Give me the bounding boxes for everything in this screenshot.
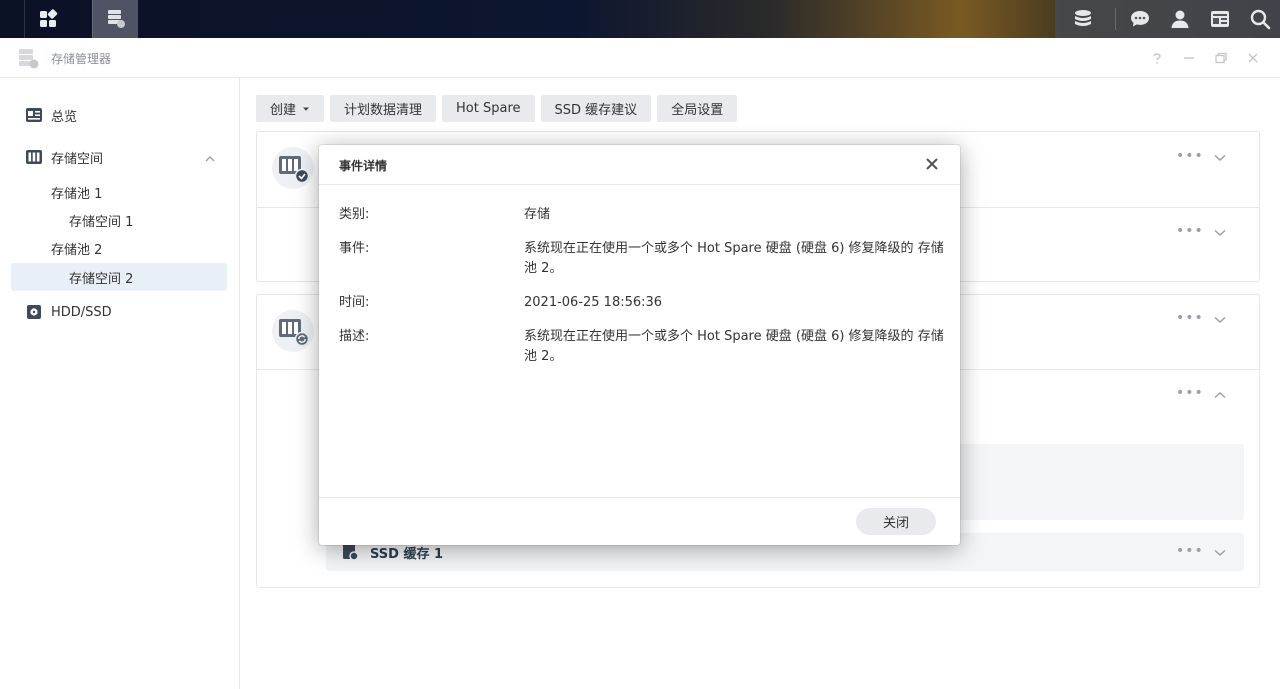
storage-manager-app-icon bbox=[107, 10, 125, 28]
sidebar-item-volume-2[interactable]: 存储空间 2 bbox=[11, 263, 227, 291]
pool-repairing-icon bbox=[272, 310, 314, 352]
detail-value: 系统现在正在使用一个或多个 Hot Spare 硬盘 (硬盘 6) 修复降级的 … bbox=[524, 241, 944, 276]
chevron-down-icon[interactable] bbox=[1214, 546, 1226, 561]
minimize-icon bbox=[1184, 57, 1194, 59]
overview-icon bbox=[24, 106, 44, 124]
detail-value: 2021-06-25 18:56:36 bbox=[524, 295, 663, 310]
more-options-icon[interactable]: ••• bbox=[1176, 223, 1204, 239]
more-options-icon[interactable]: ••• bbox=[1176, 385, 1204, 401]
user-icon bbox=[1171, 10, 1189, 28]
sidebar-item-label: 存储池 1 bbox=[51, 186, 103, 202]
window-header: 存储管理器 bbox=[0, 38, 1280, 78]
detail-row-category: 类别: 存储 bbox=[339, 205, 939, 229]
create-button[interactable]: 创建 bbox=[256, 95, 325, 122]
toolbar: 创建 计划数据清理 Hot Spare SSD 缓存建议 全局设置 bbox=[256, 95, 738, 122]
main-menu-icon bbox=[39, 9, 57, 27]
sidebar-item-label: HDD/SSD bbox=[51, 304, 112, 320]
storage-manager-icon bbox=[17, 48, 41, 74]
chevron-up-icon[interactable] bbox=[1214, 388, 1226, 403]
chat-icon bbox=[1131, 11, 1149, 27]
minimize-button[interactable] bbox=[1180, 48, 1198, 68]
window-title: 存储管理器 bbox=[51, 52, 112, 66]
storage-icon bbox=[24, 148, 44, 166]
pool-healthy-icon bbox=[272, 147, 314, 189]
sidebar-item-pool-2[interactable]: 存储池 2 bbox=[11, 234, 227, 262]
detail-row-description: 描述: 系统现在正在使用一个或多个 Hot Spare 硬盘 (硬盘 6) 修复… bbox=[339, 327, 944, 371]
ssd-cache-label: SSD 缓存 1 bbox=[370, 547, 444, 562]
hot-spare-button[interactable]: Hot Spare bbox=[442, 95, 535, 122]
create-label: 创建 bbox=[270, 103, 297, 118]
sidebar-item-label: 存储空间 2 bbox=[69, 271, 134, 287]
dialog-footer: 关闭 bbox=[319, 497, 960, 545]
detail-key: 描述: bbox=[339, 329, 370, 344]
event-details-dialog: 事件详情 类别: 存储 事件: 系统现在正在使用一个或多个 Hot Spare … bbox=[319, 145, 960, 545]
ssd-cache-advisor-button[interactable]: SSD 缓存建议 bbox=[540, 95, 652, 122]
chevron-up-icon[interactable] bbox=[205, 152, 215, 167]
sidebar-item-label: 存储空间 bbox=[51, 151, 104, 167]
search-icon bbox=[1250, 9, 1271, 30]
taskbar bbox=[0, 0, 1280, 38]
more-options-icon[interactable]: ••• bbox=[1176, 543, 1204, 559]
taskbar-divider bbox=[1115, 8, 1116, 30]
close-icon bbox=[926, 158, 938, 170]
storage-manager-taskbar-button[interactable] bbox=[92, 0, 138, 38]
chevron-down-icon[interactable] bbox=[1214, 313, 1226, 328]
restore-button[interactable] bbox=[1212, 48, 1230, 68]
sidebar-item-label: 存储空间 1 bbox=[69, 214, 134, 230]
sidebar-item-hdd-ssd[interactable]: HDD/SSD bbox=[11, 298, 227, 326]
dialog-close-button[interactable] bbox=[924, 156, 940, 172]
storage-widget-icon bbox=[1075, 10, 1091, 26]
detail-key: 类别: bbox=[339, 207, 370, 222]
search-button[interactable] bbox=[1240, 0, 1280, 38]
close-button[interactable]: 关闭 bbox=[856, 508, 936, 535]
more-options-icon[interactable]: ••• bbox=[1176, 310, 1204, 326]
sidebar-item-pool-1[interactable]: 存储池 1 bbox=[11, 178, 227, 206]
global-settings-button[interactable]: 全局设置 bbox=[657, 95, 738, 122]
detail-value: 存储 bbox=[524, 207, 551, 222]
scrub-schedule-button[interactable]: 计划数据清理 bbox=[330, 95, 437, 122]
sidebar-item-label: 存储池 2 bbox=[51, 242, 103, 258]
chevron-down-icon[interactable] bbox=[1214, 151, 1226, 166]
window-close-button[interactable] bbox=[1244, 48, 1262, 68]
detail-row-time: 时间: 2021-06-25 18:56:36 bbox=[339, 293, 939, 317]
storage-widget-button[interactable] bbox=[1055, 0, 1111, 38]
help-button[interactable] bbox=[1148, 48, 1166, 68]
chevron-down-icon[interactable] bbox=[1214, 226, 1226, 241]
caret-down-icon bbox=[303, 107, 310, 111]
more-options-icon[interactable]: ••• bbox=[1176, 148, 1204, 164]
widgets-icon bbox=[1211, 11, 1229, 27]
dialog-header: 事件详情 bbox=[319, 145, 960, 185]
detail-key: 时间: bbox=[339, 295, 370, 310]
help-icon bbox=[1153, 53, 1161, 64]
dialog-title: 事件详情 bbox=[339, 159, 388, 173]
close-icon bbox=[1248, 53, 1258, 63]
ssd-cache-icon bbox=[342, 543, 360, 565]
sidebar: 总览 存储空间 存储池 1 存储空间 1 存储池 2 存储空间 2 HDD/SS… bbox=[0, 78, 240, 689]
detail-row-event: 事件: 系统现在正在使用一个或多个 Hot Spare 硬盘 (硬盘 6) 修复… bbox=[339, 239, 944, 283]
main-menu-button[interactable] bbox=[24, 0, 70, 38]
detail-key: 事件: bbox=[339, 241, 370, 256]
sidebar-item-storage[interactable]: 存储空间 bbox=[11, 143, 227, 171]
hdd-icon bbox=[24, 303, 44, 321]
restore-icon bbox=[1215, 52, 1227, 64]
user-button[interactable] bbox=[1160, 0, 1200, 38]
sidebar-item-label: 总览 bbox=[51, 109, 78, 125]
sidebar-item-volume-1[interactable]: 存储空间 1 bbox=[11, 206, 227, 234]
widgets-button[interactable] bbox=[1200, 0, 1240, 38]
chat-button[interactable] bbox=[1120, 0, 1160, 38]
detail-value: 系统现在正在使用一个或多个 Hot Spare 硬盘 (硬盘 6) 修复降级的 … bbox=[524, 329, 944, 364]
sidebar-item-overview[interactable]: 总览 bbox=[11, 101, 227, 129]
